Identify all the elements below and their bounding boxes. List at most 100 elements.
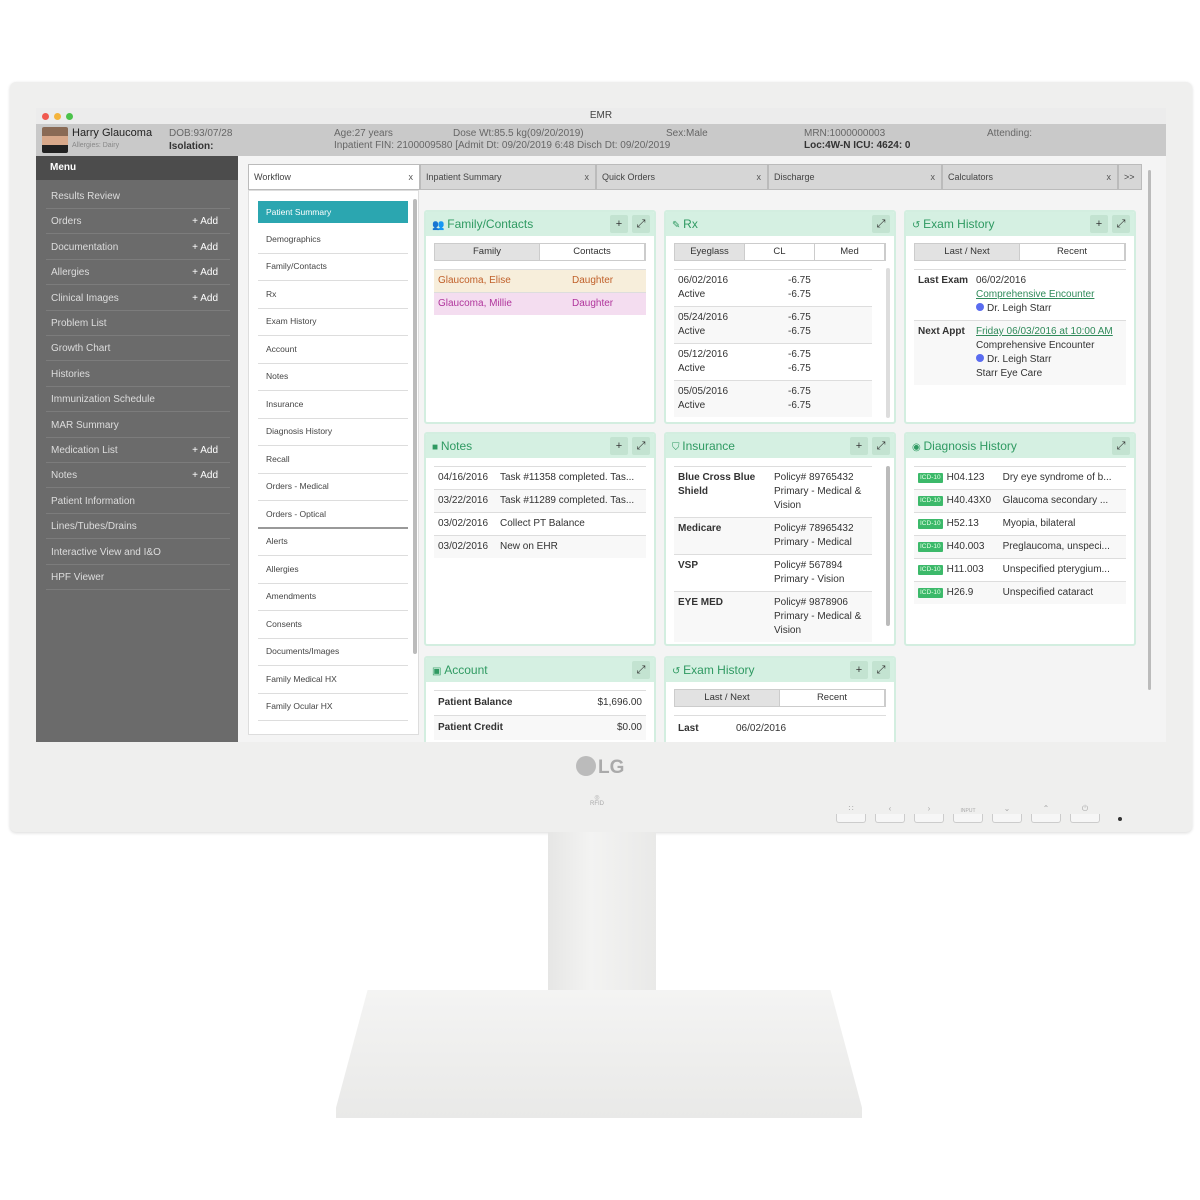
note-row[interactable]: 04/16/2016 Task #11358 completed. Tas...	[434, 466, 646, 489]
add-button[interactable]: +	[850, 661, 868, 679]
workflow-item[interactable]: Documents/Images	[258, 639, 408, 666]
tab-discharge[interactable]: Discharge x	[768, 164, 942, 190]
family-row[interactable]: Glaucoma, Elise Daughter	[434, 269, 646, 292]
workflow-item[interactable]: Orders - Medical	[258, 474, 408, 501]
monitor-button-nav1[interactable]	[875, 814, 905, 823]
sidebar-add-button[interactable]: + Add	[192, 463, 218, 488]
segment-recent[interactable]: Recent	[780, 690, 885, 706]
sidebar-add-button[interactable]: + Add	[192, 209, 218, 234]
tab-close-button[interactable]: x	[757, 165, 762, 189]
sidebar-add-button[interactable]: + Add	[192, 235, 218, 260]
add-button[interactable]: +	[1090, 215, 1108, 233]
maximize-window-button[interactable]	[66, 113, 73, 120]
sidebar-item[interactable]: HPF Viewer	[46, 565, 230, 590]
add-button[interactable]: +	[610, 437, 628, 455]
workflow-item[interactable]: Notes	[258, 364, 408, 391]
insurance-row[interactable]: Blue Cross Blue Shield Policy# 89765432 Pr…	[674, 466, 872, 517]
insurance-scrollbar[interactable]	[886, 466, 890, 626]
segment-cl[interactable]: CL	[745, 244, 815, 260]
minimize-window-button[interactable]	[54, 113, 61, 120]
monitor-button-nav5[interactable]	[1031, 814, 1061, 823]
workflow-item[interactable]: Recall	[258, 447, 408, 474]
rx-row[interactable]: 05/24/2016 Active -6.75 -6.75	[674, 306, 872, 343]
monitor-button-nav2[interactable]	[914, 814, 944, 823]
sidebar-item[interactable]: Lines/Tubes/Drains	[46, 514, 230, 540]
workflow-item[interactable]: Rx	[258, 282, 408, 309]
workflow-item[interactable]: Demographics	[258, 227, 408, 254]
tab-quick-orders[interactable]: Quick Orders x	[596, 164, 768, 190]
expand-button[interactable]: ⤢	[1112, 215, 1130, 233]
rx-row[interactable]: 05/05/2016 Active -6.75 -6.75	[674, 380, 872, 417]
sidebar-item[interactable]: MAR Summary	[46, 413, 230, 438]
workflow-item[interactable]: Diagnosis History	[258, 419, 408, 446]
workflow-item[interactable]: Allergies	[258, 557, 408, 584]
expand-button[interactable]: ⤢	[632, 437, 650, 455]
insurance-row[interactable]: EYE MED Policy# 9878906 Primary - Medical …	[674, 591, 872, 642]
diagnosis-row[interactable]: ICD-10 H40.003 Preglaucoma, unspeci...	[914, 535, 1126, 558]
sidebar-item[interactable]: Interactive View and I&O	[46, 540, 230, 565]
segment-med[interactable]: Med	[815, 244, 885, 260]
add-button[interactable]: +	[610, 215, 628, 233]
close-window-button[interactable]	[42, 113, 49, 120]
tab-inpatient-summary[interactable]: Inpatient Summary x	[420, 164, 596, 190]
tab-calculators[interactable]: Calculators x	[942, 164, 1118, 190]
sidebar-add-button[interactable]: + Add	[192, 438, 218, 463]
diagnosis-row[interactable]: ICD-10 H52.13 Myopia, bilateral	[914, 512, 1126, 535]
expand-button[interactable]: ⤢	[872, 215, 890, 233]
sidebar-item[interactable]: Orders + Add	[46, 209, 230, 235]
sidebar-item[interactable]: Growth Chart	[46, 336, 230, 362]
expand-button[interactable]: ⤢	[872, 661, 890, 679]
diagnosis-row[interactable]: ICD-10 H11.003 Unspecified pterygium...	[914, 558, 1126, 581]
segment-eyeglass[interactable]: Eyeglass	[675, 244, 745, 260]
workflow-item[interactable]: Exam History	[258, 309, 408, 336]
note-row[interactable]: 03/02/2016 New on EHR	[434, 535, 646, 558]
monitor-button-power[interactable]	[1070, 814, 1100, 823]
segment-recent[interactable]: Recent	[1020, 244, 1125, 260]
note-row[interactable]: 03/22/2016 Task #11289 completed. Tas...	[434, 489, 646, 512]
monitor-button-INPUT[interactable]	[953, 814, 983, 823]
sidebar-add-button[interactable]: + Add	[192, 286, 218, 311]
workflow-item[interactable]: Amendments	[258, 584, 408, 611]
tab-close-button[interactable]: x	[409, 165, 414, 189]
rx-row[interactable]: 05/12/2016 Active -6.75 -6.75	[674, 343, 872, 380]
workflow-item[interactable]: Family Medical HX	[258, 667, 408, 694]
workflow-item[interactable]: Family/Contacts	[258, 254, 408, 281]
sidebar-item[interactable]: Medication List + Add	[46, 438, 230, 463]
workflow-item[interactable]: Patient Summary	[258, 201, 408, 223]
workflow-item[interactable]: Family Ocular HX	[258, 694, 408, 721]
workflow-item[interactable]: Orders - Optical	[258, 502, 408, 529]
tab-close-button[interactable]: x	[1107, 165, 1112, 189]
next-appt-link[interactable]: Friday 06/03/2016 at 10:00 AM	[976, 325, 1113, 339]
expand-button[interactable]: ⤢	[872, 437, 890, 455]
insurance-row[interactable]: VSP Policy# 567894 Primary - Vision	[674, 554, 872, 591]
rx-scrollbar[interactable]	[886, 268, 890, 418]
segment-last-next[interactable]: Last / Next	[915, 244, 1020, 260]
sidebar-item[interactable]: Clinical Images + Add	[46, 286, 230, 311]
sidebar-item[interactable]: Results Review	[46, 184, 230, 209]
main-scrollbar[interactable]	[1148, 170, 1151, 690]
diagnosis-row[interactable]: ICD-10 H40.43X0 Glaucoma secondary ...	[914, 489, 1126, 512]
segment-last-next[interactable]: Last / Next	[675, 690, 780, 706]
tab-close-button[interactable]: x	[585, 165, 590, 189]
workflow-item[interactable]: Insurance	[258, 392, 408, 419]
workflow-scrollbar[interactable]	[413, 199, 417, 654]
monitor-button-v[interactable]	[992, 814, 1022, 823]
note-row[interactable]: 03/02/2016 Collect PT Balance	[434, 512, 646, 535]
sidebar-item[interactable]: Problem List	[46, 311, 230, 336]
workflow-item[interactable]: Account	[258, 337, 408, 364]
tab-close-button[interactable]: x	[931, 165, 936, 189]
tabs-overflow-button[interactable]: >>	[1118, 164, 1142, 190]
monitor-button-menu[interactable]	[836, 814, 866, 823]
sidebar-item[interactable]: Immunization Schedule	[46, 387, 230, 413]
expand-button[interactable]: ⤢	[632, 215, 650, 233]
insurance-row[interactable]: Medicare Policy# 78965432 Primary - Medica…	[674, 517, 872, 554]
workflow-item[interactable]: Consents	[258, 612, 408, 639]
sidebar-item[interactable]: Allergies + Add	[46, 260, 230, 286]
sidebar-item[interactable]: Histories	[46, 362, 230, 387]
workflow-item[interactable]: Alerts	[258, 529, 408, 556]
segment-contacts[interactable]: Contacts	[540, 244, 645, 260]
add-button[interactable]: +	[850, 437, 868, 455]
tab-workflow[interactable]: Workflow x	[248, 164, 420, 190]
expand-button[interactable]: ⤢	[1112, 437, 1130, 455]
last-exam-link[interactable]: Comprehensive Encounter	[976, 288, 1094, 302]
